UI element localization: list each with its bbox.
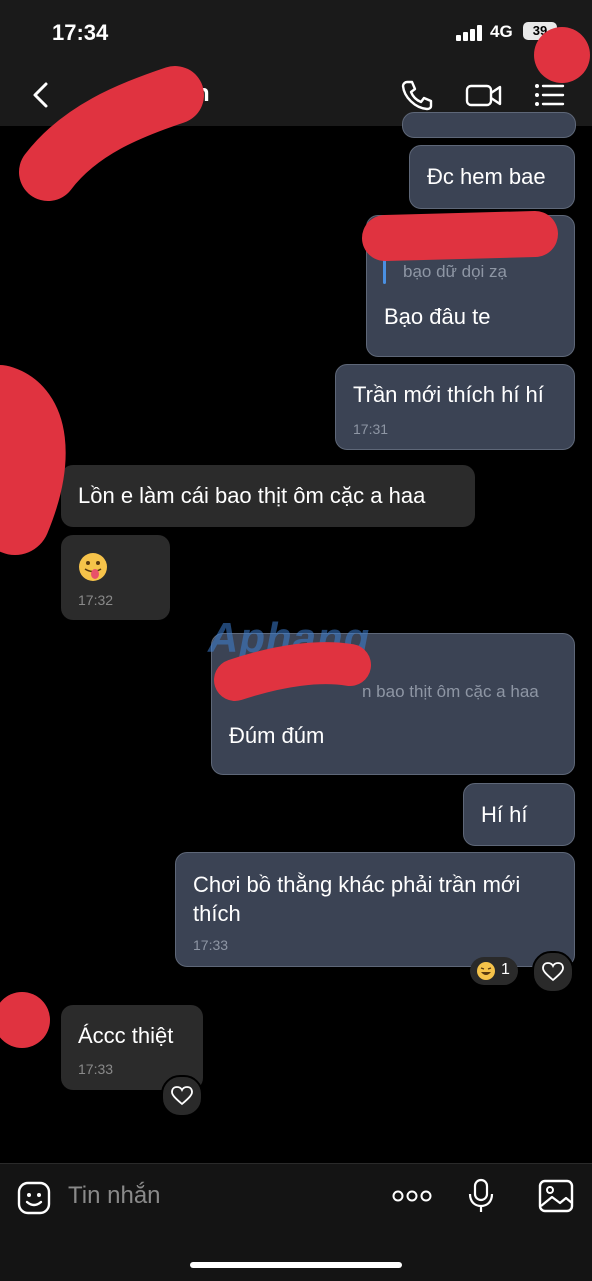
sticker-emoji-icon[interactable] [16,1180,52,1216]
heart-icon [171,1086,193,1106]
menu-list-icon[interactable] [532,78,566,112]
message-bubble-sent[interactable]: Đc hem bae [409,145,575,209]
quote-bar [383,260,386,284]
message-text: Đc hem bae [427,164,546,189]
signal-icon [456,25,484,41]
watermark: Aphang [208,614,371,661]
voice-mic-icon[interactable] [467,1178,495,1214]
message-bubble-reply[interactable]: bạo dữ dọi zạ Bạo đâu te [366,215,575,357]
back-arrow-icon[interactable] [28,80,56,110]
message-text: Trần mới thích hí hí [353,382,544,407]
message-text: Áccc thiệt [78,1023,174,1048]
message-text: Bạo đâu te [384,304,491,329]
message-bubble-received[interactable]: Lồn e làm cái bao thịt ôm cặc a haa [61,465,475,527]
message-bubble-sent[interactable]: Trần mới thích hí hí 17:31 [335,364,575,450]
quoted-text: bạo dữ dọi zạ [403,262,508,281]
tongue-emoji-icon [79,553,107,581]
image-gallery-icon[interactable] [538,1179,574,1213]
network-type: 4G [490,22,513,41]
message-text: Lồn e làm cái bao thịt ôm cặc a haa [78,483,426,508]
heart-icon [542,962,564,982]
message-input[interactable]: Tin nhắn [68,1182,161,1210]
message-bubble-sent[interactable]: Chơi bồ thằng khác phải trần mới thích 1… [175,852,575,967]
phone-call-icon[interactable] [400,78,434,112]
message-bubble-sent[interactable]: Hí hí [463,783,575,846]
message-text: Đúm đúm [229,723,325,748]
heart-react-button[interactable] [532,951,574,993]
reaction-count: 1 [501,961,510,978]
message-bubble-partial[interactable] [402,112,576,138]
message-timestamp: 17:33 [193,937,229,953]
message-bubble-received[interactable]: 17:32 [61,535,170,620]
heart-react-button[interactable] [161,1075,203,1117]
contact-name[interactable]: h [195,80,210,108]
message-timestamp: 17:31 [353,421,389,437]
message-text: Hí hí [481,802,528,827]
video-call-icon[interactable] [465,78,503,112]
message-timestamp: 17:33 [78,1061,114,1077]
reaction-badge[interactable]: 1 [470,957,518,985]
status-time: 17:34 [52,20,109,45]
more-options-icon[interactable] [392,1188,432,1204]
battery-icon: 39 [523,22,557,40]
message-text: Chơi bồ thằng khác phải trần mới thích [193,872,521,926]
message-timestamp: 17:32 [78,592,114,608]
home-indicator [190,1262,402,1268]
quoted-text: n bao thịt ôm cặc a haa [362,682,539,701]
laughing-emoji-icon [477,962,495,980]
